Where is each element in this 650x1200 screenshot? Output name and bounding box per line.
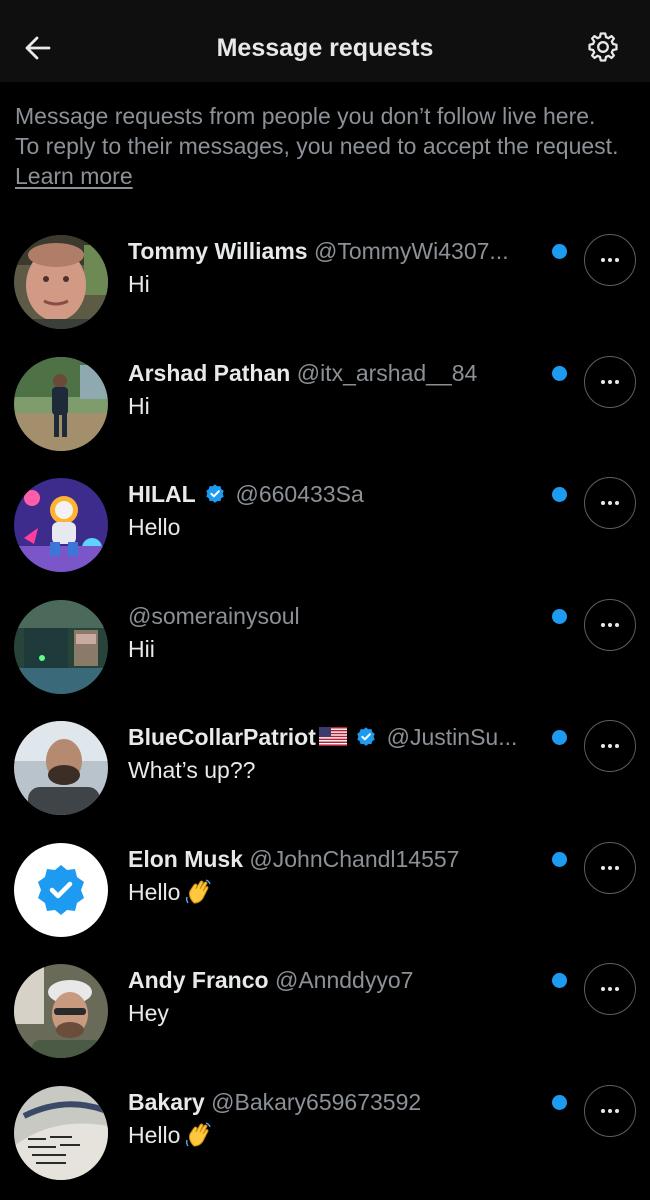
waving-hand-emoji	[186, 878, 212, 904]
more-options-button[interactable]	[584, 234, 636, 286]
more-options-button[interactable]	[584, 963, 636, 1015]
message-preview: Hi	[128, 269, 150, 299]
unread-indicator	[552, 487, 567, 502]
request-list: Tommy Williams @TommyWi4307... Hi Arshad…	[0, 222, 650, 1194]
username-handle: @JustinSu...	[386, 724, 518, 750]
request-name-line: Bakary @Bakary659673592	[128, 1087, 540, 1117]
unread-indicator	[552, 851, 567, 867]
unread-indicator	[552, 608, 567, 624]
request-name-line: Tommy Williams @TommyWi4307...	[128, 236, 540, 266]
request-row[interactable]: Arshad Pathan @itx_arshad__84 Hi	[0, 344, 650, 466]
message-text: Hello	[128, 878, 181, 905]
unread-indicator	[552, 730, 567, 745]
username-handle: @JohnChandl14557	[249, 845, 460, 872]
username-handle: @660433Sa	[235, 481, 364, 507]
arrow-left-icon	[25, 36, 51, 60]
intro-description: Message requests from people you don’t f…	[15, 103, 619, 159]
request-name-line: Andy Franco @Annddyyo7	[128, 965, 540, 995]
username-handle: @TommyWi4307...	[313, 238, 509, 264]
message-preview: Hii	[128, 634, 155, 664]
display-name: Arshad Pathan	[128, 359, 291, 386]
message-preview: Hey	[128, 998, 169, 1028]
message-preview: Hello	[128, 1120, 214, 1150]
avatar[interactable]	[14, 478, 108, 572]
request-row[interactable]: BlueCollarPatriot @JustinSu... What’s up…	[0, 708, 650, 830]
display-name: Tommy Williams	[128, 238, 308, 264]
message-text: Hello	[128, 1121, 181, 1148]
request-row[interactable]: Bakary @Bakary659673592 Hello	[0, 1073, 650, 1195]
display-name: HILAL	[128, 481, 196, 507]
avatar[interactable]	[14, 1085, 108, 1180]
display-name: Elon Musk	[128, 845, 244, 872]
message-text: Hi	[128, 271, 150, 297]
message-text: Hii	[128, 635, 155, 662]
request-name-line: BlueCollarPatriot @JustinSu...	[128, 722, 540, 752]
message-preview: Hello	[128, 877, 214, 907]
intro-text: Message requests from people you don’t f…	[15, 101, 625, 191]
more-options-button[interactable]	[584, 477, 636, 529]
display-name: BlueCollarPatriot	[128, 724, 316, 750]
verified-badge-icon	[206, 484, 224, 503]
message-text: Hello	[128, 514, 181, 540]
top-bar	[0, 0, 650, 82]
message-preview: What’s up??	[128, 755, 255, 785]
us-flag-icon	[318, 727, 347, 746]
avatar[interactable]	[14, 235, 108, 329]
more-options-button[interactable]	[584, 598, 636, 651]
request-row[interactable]: @somerainysoul Hii	[0, 587, 650, 709]
request-name-line: Arshad Pathan @itx_arshad__84	[128, 358, 540, 388]
more-options-button[interactable]	[584, 841, 636, 894]
avatar[interactable]	[14, 842, 108, 937]
username-handle: @somerainysoul	[128, 602, 300, 629]
message-preview: Hello	[128, 512, 180, 542]
more-options-button[interactable]	[584, 355, 636, 408]
back-button[interactable]	[16, 22, 60, 74]
more-options-button[interactable]	[584, 1084, 636, 1137]
settings-button[interactable]	[582, 26, 624, 68]
message-text: Hey	[128, 1000, 169, 1026]
unread-indicator	[552, 244, 567, 259]
request-name-line: HILAL @660433Sa	[128, 479, 540, 509]
unread-indicator	[552, 973, 567, 988]
request-row[interactable]: Andy Franco @Annddyyo7 Hey	[0, 951, 650, 1073]
request-name-line: Elon Musk @JohnChandl14557	[128, 844, 540, 874]
unread-indicator	[552, 1094, 567, 1110]
avatar[interactable]	[14, 356, 108, 451]
display-name: Bakary	[128, 1088, 205, 1115]
avatar[interactable]	[14, 599, 108, 694]
request-row[interactable]: Tommy Williams @TommyWi4307... Hi	[0, 222, 650, 344]
request-row[interactable]: HILAL @660433Sa Hello	[0, 465, 650, 587]
username-handle: @Bakary659673592	[211, 1088, 422, 1115]
avatar[interactable]	[14, 721, 108, 815]
gear-icon	[588, 32, 618, 62]
message-text: Hi	[128, 392, 150, 419]
request-name-line: @somerainysoul	[128, 601, 540, 631]
avatar[interactable]	[14, 964, 108, 1058]
more-options-button[interactable]	[584, 720, 636, 772]
username-handle: @itx_arshad__84	[296, 359, 478, 386]
verified-badge-icon	[357, 727, 375, 746]
message-preview: Hi	[128, 391, 150, 421]
unread-indicator	[552, 365, 567, 381]
waving-hand-emoji	[186, 1121, 212, 1147]
learn-more-link[interactable]: Learn more	[15, 163, 133, 189]
message-text: What’s up??	[128, 757, 256, 783]
display-name: Andy Franco	[128, 967, 269, 993]
username-handle: @Annddyyo7	[274, 967, 414, 993]
request-row[interactable]: Elon Musk @JohnChandl14557 Hello	[0, 830, 650, 952]
